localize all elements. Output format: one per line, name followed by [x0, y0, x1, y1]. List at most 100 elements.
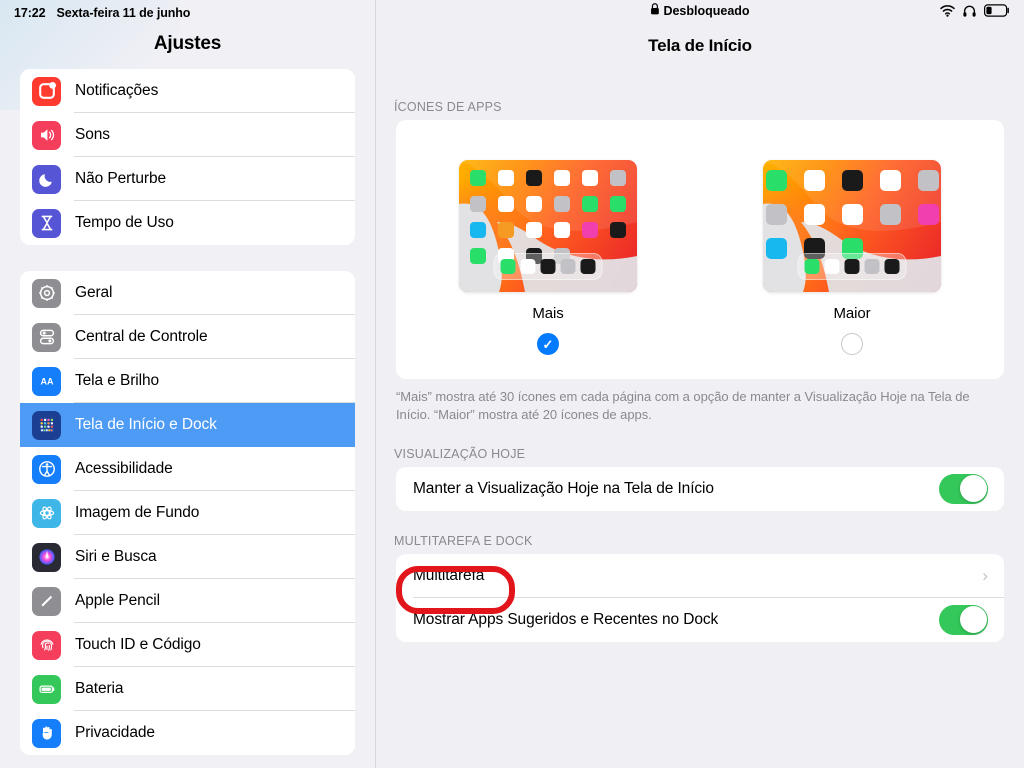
sidebar-item-tempo-de-uso[interactable]: Tempo de Uso [20, 201, 355, 245]
sidebar-item-label: Notificações [75, 82, 159, 99]
headphones-icon [963, 4, 976, 22]
row-label: Multitarefa [413, 566, 485, 584]
multitasking-dock-card: Multitarefa › Mostrar Apps Sugeridos e R… [396, 553, 1004, 642]
svg-text:AA: AA [40, 377, 53, 387]
toggle-keep-today-view[interactable] [939, 473, 988, 504]
fingerprint-icon [32, 630, 61, 660]
sidebar-item-imagem-de-fundo[interactable]: Imagem de Fundo [20, 491, 355, 535]
control-center-icon [32, 322, 61, 352]
preview-app-icon [498, 196, 514, 212]
option-label-mais: Mais [532, 305, 564, 322]
option-maior[interactable]: Maior [763, 160, 941, 355]
sidebar-item-touch-id-e-c-digo[interactable]: Touch ID e Código [20, 623, 355, 667]
settings-sidebar: 17:22 Sexta-feira 11 de junho Ajustes No… [0, 0, 376, 768]
sidebar-item-label: Touch ID e Código [75, 636, 201, 653]
preview-dock-icon [500, 259, 516, 274]
sidebar-item-label: Bateria [75, 680, 124, 697]
preview-app-icon [917, 170, 939, 191]
sidebar-group-1: Notificações Sons Não Perturbe Tempo de Uso [20, 69, 355, 245]
sidebar-item-acessibilidade[interactable]: Acessibilidade [20, 447, 355, 491]
preview-app-icon [526, 222, 542, 238]
preview-app-icon [554, 196, 570, 212]
preview-app-icon [526, 170, 542, 186]
home-screen-dock-icon [32, 410, 61, 440]
sidebar-item-label: Tela e Brilho [75, 372, 159, 389]
display-brightness-icon: AA [32, 366, 61, 396]
sidebar-item-privacidade[interactable]: Privacidade [20, 711, 355, 755]
option-label-maior: Maior [833, 305, 871, 322]
preview-dock-icon [560, 259, 576, 274]
sidebar-item-bateria[interactable]: Bateria [20, 667, 355, 711]
preview-icon-grid [763, 170, 941, 259]
lock-status: Desbloqueado [650, 3, 750, 18]
preview-app-icon [498, 170, 514, 186]
status-icon-group [940, 3, 1010, 22]
row-show-suggested-apps[interactable]: Mostrar Apps Sugeridos e Recentes no Doc… [396, 598, 1004, 642]
sidebar-item-notifica-es[interactable]: Notificações [20, 69, 355, 113]
row-multitasking[interactable]: Multitarefa › [396, 554, 1004, 598]
toggle-knob [959, 475, 987, 503]
settings-detail-panel: Desbloqueado Tela de Início ÍCONES DE AP… [376, 0, 1024, 768]
moon-icon [32, 164, 61, 194]
preview-app-icon [498, 222, 514, 238]
lock-icon [650, 3, 659, 18]
preview-app-icon [765, 170, 787, 191]
radio-mais[interactable] [537, 333, 559, 355]
section-header-app-icons: ÍCONES DE APPS [394, 100, 502, 114]
sidebar-scroll-area[interactable]: Notificações Sons Não Perturbe Tempo de Uso… [0, 69, 375, 755]
sidebar-item-sons[interactable]: Sons [20, 113, 355, 157]
chevron-right-icon: › [982, 566, 988, 586]
sidebar-scrollbar[interactable] [369, 120, 373, 420]
privacy-hand-icon [32, 718, 61, 748]
sidebar-item-siri-e-busca[interactable]: Siri e Busca [20, 535, 355, 579]
ipad-settings-screen: 17:22 Sexta-feira 11 de junho Ajustes No… [0, 0, 1024, 768]
sidebar-item-tela-de-in-cio-e-dock[interactable]: Tela de Início e Dock [20, 403, 355, 447]
app-icons-card: Mais Maior [396, 120, 1004, 379]
row-keep-today-view[interactable]: Manter a Visualização Hoje na Tela de In… [396, 467, 1004, 511]
preview-app-icon [879, 170, 901, 191]
sidebar-item-apple-pencil[interactable]: Apple Pencil [20, 579, 355, 623]
notifications-icon [32, 76, 61, 106]
sounds-icon [32, 120, 61, 150]
sidebar-item-n-o-perturbe[interactable]: Não Perturbe [20, 157, 355, 201]
status-time: 17:22 [14, 5, 46, 20]
preview-app-icon [470, 196, 486, 212]
wallpaper-icon [32, 498, 61, 528]
sidebar-item-tela-e-brilho[interactable]: AA Tela e Brilho [20, 359, 355, 403]
preview-app-icon [582, 170, 598, 186]
app-icons-footnote: “Mais” mostra até 30 ícones em cada pági… [396, 389, 970, 423]
preview-app-icon [765, 238, 787, 259]
section-header-today-view: VISUALIZAÇÃO HOJE [394, 446, 526, 461]
sidebar-item-geral[interactable]: Geral [20, 271, 355, 315]
radio-maior[interactable] [841, 333, 863, 355]
preview-dock-icon [804, 259, 820, 274]
lock-status-label: Desbloqueado [663, 3, 750, 18]
row-label: Mostrar Apps Sugeridos e Recentes no Doc… [413, 610, 719, 628]
sidebar-item-label: Tela de Início e Dock [75, 416, 217, 433]
page-title: Tela de Início [648, 36, 752, 55]
preview-app-icon [803, 170, 825, 191]
preview-app-icon [610, 196, 626, 212]
sidebar-item-label: Tempo de Uso [75, 214, 174, 231]
toggle-show-suggested-apps[interactable] [939, 604, 988, 635]
preview-dock-icon [540, 259, 556, 274]
preview-app-icon [879, 204, 901, 225]
preview-app-icon [610, 170, 626, 186]
preview-app-icon [470, 248, 486, 264]
preview-app-icon [470, 170, 486, 186]
option-mais[interactable]: Mais [459, 160, 637, 355]
sidebar-item-central-de-controle[interactable]: Central de Controle [20, 315, 355, 359]
hourglass-icon [32, 208, 61, 238]
preview-dock-icon [844, 259, 860, 274]
sidebar-item-label: Não Perturbe [75, 170, 166, 187]
status-date: Sexta-feira 11 de junho [56, 5, 191, 20]
pencil-icon [32, 586, 61, 616]
status-bar-right: Desbloqueado [376, 0, 1024, 22]
sidebar-title: Ajustes [153, 33, 222, 54]
preview-dock [797, 253, 907, 280]
wifi-icon [940, 4, 955, 22]
preview-app-icon [841, 204, 863, 225]
sidebar-item-label: Siri e Busca [75, 548, 157, 565]
preview-app-icon [918, 238, 939, 259]
status-bar-left: 17:22 Sexta-feira 11 de junho [0, 0, 375, 22]
